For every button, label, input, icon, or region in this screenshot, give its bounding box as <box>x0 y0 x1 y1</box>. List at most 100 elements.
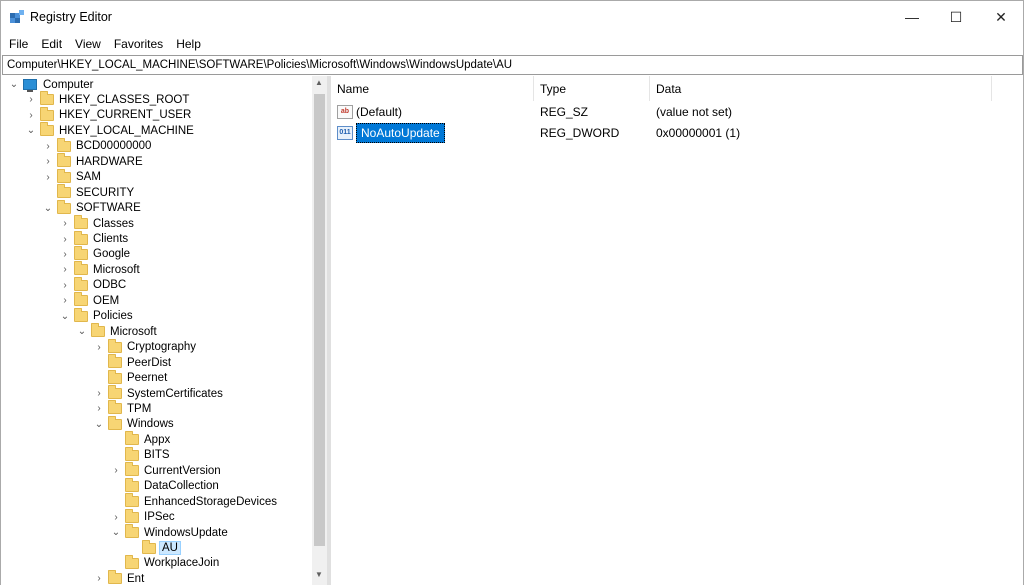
menu-favorites[interactable]: Favorites <box>106 34 168 54</box>
close-button[interactable]: ✕ <box>978 1 1024 33</box>
tree-node-label[interactable]: Computer <box>41 79 96 91</box>
chevron-down-icon[interactable]: ⌄ <box>26 123 36 138</box>
folder-icon <box>74 230 88 245</box>
value-name[interactable]: NoAutoUpdate <box>356 123 445 143</box>
folder-icon <box>74 307 88 322</box>
maximize-button[interactable]: ☐ <box>933 1 979 33</box>
tree-node-label[interactable]: PeerDist <box>125 357 173 369</box>
folder-icon <box>108 369 122 384</box>
tree-node-label[interactable]: SOFTWARE <box>74 202 143 214</box>
folder-icon <box>125 446 139 461</box>
chevron-right-icon[interactable]: › <box>94 340 104 355</box>
string-value-icon: ab <box>337 105 353 119</box>
tree-node-label[interactable]: Peernet <box>125 372 169 384</box>
value-row[interactable]: ab (Default) REG_SZ (value not set) <box>331 102 1023 122</box>
registry-editor-icon <box>10 10 24 23</box>
tree-node-label[interactable]: Microsoft <box>91 264 142 276</box>
tree-node-label[interactable]: SECURITY <box>74 187 136 199</box>
value-name[interactable]: (Default) <box>356 105 402 119</box>
chevron-right-icon[interactable]: › <box>43 154 53 169</box>
tree-node-label[interactable]: Clients <box>91 233 130 245</box>
scrollbar-thumb[interactable] <box>314 94 325 546</box>
folder-icon <box>40 106 54 121</box>
tree-connector <box>111 448 121 463</box>
tree-node-label[interactable]: BITS <box>142 449 172 461</box>
tree-node-label[interactable]: WorkplaceJoin <box>142 557 221 569</box>
key-tree[interactable]: ⌄ Computer › HKEY_CLASSES_ROOT › HKEY_CURRENT… <box>1 76 327 585</box>
tree-node-label[interactable]: Windows <box>125 418 176 430</box>
tree-node-label[interactable]: TPM <box>125 403 153 415</box>
menu-edit[interactable]: Edit <box>33 34 67 54</box>
scroll-down-icon[interactable]: ▼ <box>315 570 323 579</box>
tree-node-label[interactable]: CurrentVersion <box>142 465 223 477</box>
menu-file[interactable]: File <box>1 34 33 54</box>
folder-icon <box>142 539 156 554</box>
menu-view[interactable]: View <box>67 34 106 54</box>
folder-icon <box>125 493 139 508</box>
tree-node-label[interactable]: HKEY_CURRENT_USER <box>57 109 193 121</box>
chevron-right-icon[interactable]: › <box>94 386 104 401</box>
title-bar[interactable]: Registry Editor — ☐ ✕ <box>1 1 1023 33</box>
folder-icon <box>125 462 139 477</box>
tree-node-label[interactable]: HARDWARE <box>74 156 145 168</box>
chevron-down-icon[interactable]: ⌄ <box>9 77 19 92</box>
tree-node-label[interactable]: EnhancedStorageDevices <box>142 496 279 508</box>
tree-node-label[interactable]: Microsoft <box>108 326 159 338</box>
folder-icon <box>125 431 139 446</box>
chevron-right-icon[interactable]: › <box>43 139 53 154</box>
column-header-data[interactable]: Data <box>650 76 992 101</box>
tree-node-label[interactable]: DataCollection <box>142 480 221 492</box>
tree-node-label[interactable]: Policies <box>91 310 135 322</box>
folder-icon <box>108 338 122 353</box>
values-list[interactable]: Name Type Data ab (Default) REG_SZ (valu… <box>331 76 1023 585</box>
tree-node-label[interactable]: Appx <box>142 434 172 446</box>
tree-node-label[interactable]: OEM <box>91 295 121 307</box>
minimize-button[interactable]: — <box>889 1 935 33</box>
chevron-down-icon[interactable]: ⌄ <box>43 201 53 216</box>
tree-node-label[interactable]: Ent <box>125 573 146 585</box>
tree-node-label[interactable]: ODBC <box>91 279 128 291</box>
chevron-down-icon[interactable]: ⌄ <box>94 417 104 432</box>
chevron-right-icon[interactable]: › <box>94 571 104 585</box>
tree-node-label[interactable]: HKEY_LOCAL_MACHINE <box>57 125 196 137</box>
chevron-right-icon[interactable]: › <box>60 247 70 262</box>
tree-scrollbar[interactable]: ▲ ▼ <box>312 76 327 585</box>
tree-node-label[interactable]: WindowsUpdate <box>142 527 230 539</box>
tree-node-label[interactable]: IPSec <box>142 511 177 523</box>
value-row[interactable]: 011 NoAutoUpdate REG_DWORD 0x00000001 (1… <box>331 123 1023 143</box>
folder-icon <box>40 91 54 106</box>
tree-node-label[interactable]: SystemCertificates <box>125 388 225 400</box>
folder-icon <box>57 184 71 199</box>
tree-node-label[interactable]: Classes <box>91 218 136 230</box>
chevron-right-icon[interactable]: › <box>26 108 36 123</box>
tree-node-label[interactable]: HKEY_CLASSES_ROOT <box>57 94 191 106</box>
tree-node-label[interactable]: Google <box>91 248 132 260</box>
chevron-right-icon[interactable]: › <box>111 463 121 478</box>
chevron-right-icon[interactable]: › <box>60 293 70 308</box>
chevron-right-icon[interactable]: › <box>111 510 121 525</box>
chevron-right-icon[interactable]: › <box>60 262 70 277</box>
tree-node-label[interactable]: AU <box>159 541 181 555</box>
column-header-type[interactable]: Type <box>534 76 650 101</box>
computer-icon <box>23 79 37 92</box>
chevron-down-icon[interactable]: ⌄ <box>111 525 121 540</box>
menu-bar: File Edit View Favorites Help <box>1 34 206 54</box>
chevron-right-icon[interactable]: › <box>26 92 36 107</box>
address-bar[interactable]: Computer\HKEY_LOCAL_MACHINE\SOFTWARE\Pol… <box>2 55 1023 75</box>
tree-node-label[interactable]: Cryptography <box>125 341 198 353</box>
value-data: (value not set) <box>656 105 733 119</box>
menu-help[interactable]: Help <box>168 34 206 54</box>
chevron-right-icon[interactable]: › <box>60 278 70 293</box>
chevron-down-icon[interactable]: ⌄ <box>77 324 87 339</box>
chevron-right-icon[interactable]: › <box>43 170 53 185</box>
tree-node-label[interactable]: BCD00000000 <box>74 140 153 152</box>
chevron-right-icon[interactable]: › <box>94 401 104 416</box>
folder-icon <box>108 354 122 369</box>
chevron-right-icon[interactable]: › <box>60 216 70 231</box>
chevron-down-icon[interactable]: ⌄ <box>60 309 70 324</box>
column-header-name[interactable]: Name <box>331 76 534 101</box>
tree-node-label[interactable]: SAM <box>74 171 103 183</box>
chevron-right-icon[interactable]: › <box>60 232 70 247</box>
folder-icon <box>57 168 71 183</box>
scroll-up-icon[interactable]: ▲ <box>315 78 323 87</box>
